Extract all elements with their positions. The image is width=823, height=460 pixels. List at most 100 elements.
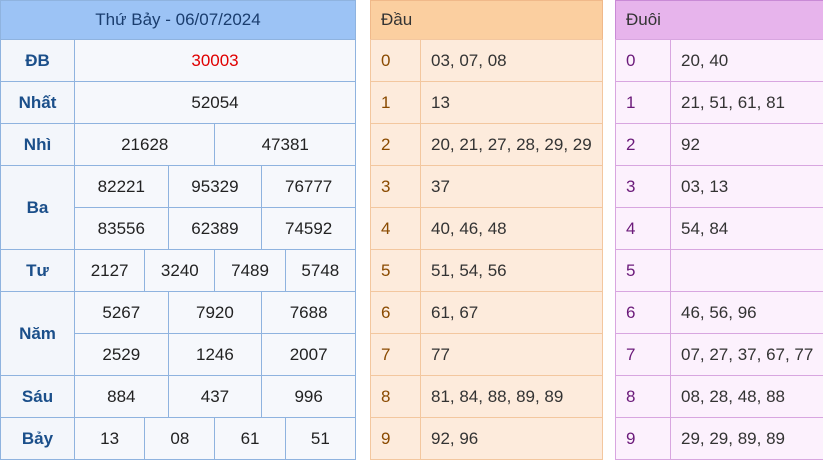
dau-header-blank xyxy=(420,0,603,40)
dau-values: 51, 54, 56 xyxy=(420,249,603,292)
prize-value-tu: 3240 xyxy=(144,249,216,292)
dau-row: 7 77 xyxy=(370,333,603,376)
prize-label-nam: Năm xyxy=(0,291,75,376)
duoi-digit: 1 xyxy=(615,81,671,124)
prize-value-nhi: 47381 xyxy=(214,123,356,166)
prize-row-nam: Năm 5267 7920 7688 xyxy=(0,291,356,376)
duoi-values: 08, 28, 48, 88 xyxy=(670,375,823,418)
duoi-digit: 4 xyxy=(615,207,671,250)
duoi-header-blank xyxy=(670,0,823,40)
dau-row: 2 20, 21, 27, 28, 29, 29 xyxy=(370,123,603,166)
duoi-values: 21, 51, 61, 81 xyxy=(670,81,823,124)
results-title: Thứ Bảy - 06/07/2024 xyxy=(0,0,356,40)
prize-row-db: ĐB 30003 xyxy=(0,39,356,82)
duoi-digit: 0 xyxy=(615,39,671,82)
duoi-values: 07, 27, 37, 67, 77 xyxy=(670,333,823,376)
dau-digit: 0 xyxy=(370,39,421,82)
prize-value-tu: 2127 xyxy=(73,249,146,292)
prize-row-bay: Bảy 13 08 61 51 xyxy=(0,417,357,460)
prize-label-ba: Ba xyxy=(0,165,75,250)
prize-row-ba: Ba 82221 95329 76777 xyxy=(0,165,356,250)
prize-label-nhi: Nhì xyxy=(0,123,75,166)
duoi-row: 8 08, 28, 48, 88 xyxy=(615,375,823,418)
prize-value-bay: 61 xyxy=(214,417,286,460)
duoi-values: 54, 84 xyxy=(670,207,823,250)
dau-values: 37 xyxy=(420,165,603,208)
dau-digit: 2 xyxy=(370,123,421,166)
prize-label-db: ĐB xyxy=(0,39,75,82)
prize-value-nam: 7920 xyxy=(167,291,263,334)
prize-value-ba: 95329 xyxy=(167,165,263,208)
prize-value-nhi: 21628 xyxy=(73,123,216,166)
duoi-row: 0 20, 40 xyxy=(615,39,823,82)
dau-row: 4 40, 46, 48 xyxy=(370,207,603,250)
prize-value-nam: 2529 xyxy=(74,333,169,376)
dau-digit: 7 xyxy=(370,333,421,376)
prize-value-ba: 83556 xyxy=(74,207,169,250)
prize-value-tu: 5748 xyxy=(284,249,357,292)
prize-value-sau: 996 xyxy=(261,375,356,418)
dau-digit: 9 xyxy=(370,417,421,460)
prize-label-sau: Sáu xyxy=(0,375,75,418)
duoi-table: Đuôi 0 20, 40 1 21, 51, 61, 81 2 92 3 03, 13… xyxy=(615,0,823,460)
dau-values: 20, 21, 27, 28, 29, 29 xyxy=(420,123,603,166)
prize-row-nhi: Nhì 21628 47381 xyxy=(0,123,356,166)
duoi-values xyxy=(670,249,823,292)
prize-value-bay: 51 xyxy=(284,417,357,460)
prize-row-nhat: Nhất 52054 xyxy=(0,81,356,124)
dau-row: 5 51, 54, 56 xyxy=(370,249,603,292)
dau-table: Đầu 0 03, 07, 08 1 13 2 20, 21, 27, 28, 29,… xyxy=(370,0,603,460)
dau-digit: 6 xyxy=(370,291,421,334)
dau-digit: 8 xyxy=(370,375,421,418)
duoi-values: 29, 29, 89, 89 xyxy=(670,417,823,460)
dau-row: 3 37 xyxy=(370,165,603,208)
duoi-row: 9 29, 29, 89, 89 xyxy=(615,417,823,460)
dau-values: 92, 96 xyxy=(420,417,603,460)
prize-value-db: 30003 xyxy=(74,39,356,82)
prize-value-ba: 76777 xyxy=(261,165,356,208)
dau-values: 81, 84, 88, 89, 89 xyxy=(420,375,603,418)
prize-label-bay: Bảy xyxy=(0,417,75,460)
duoi-row: 6 46, 56, 96 xyxy=(615,291,823,334)
duoi-header: Đuôi xyxy=(615,0,671,40)
prize-value-nam: 2007 xyxy=(261,333,356,376)
duoi-values: 03, 13 xyxy=(670,165,823,208)
duoi-values: 92 xyxy=(670,123,823,166)
prize-value-sau: 437 xyxy=(167,375,263,418)
duoi-values: 20, 40 xyxy=(670,39,823,82)
duoi-row: 4 54, 84 xyxy=(615,207,823,250)
prize-value-tu: 7489 xyxy=(214,249,286,292)
dau-digit: 5 xyxy=(370,249,421,292)
prize-label-tu: Tư xyxy=(0,249,75,292)
prize-value-nam: 7688 xyxy=(261,291,356,334)
duoi-digit: 8 xyxy=(615,375,671,418)
dau-header: Đầu xyxy=(370,0,421,40)
prize-value-ba: 74592 xyxy=(261,207,356,250)
lottery-results-table: Thứ Bảy - 06/07/2024 ĐB 30003 Nhất 52054… xyxy=(0,0,357,460)
dau-digit: 4 xyxy=(370,207,421,250)
duoi-row: 3 03, 13 xyxy=(615,165,823,208)
duoi-digit: 7 xyxy=(615,333,671,376)
prize-value-nam: 5267 xyxy=(74,291,169,334)
prize-value-ba: 62389 xyxy=(167,207,263,250)
dau-row: 9 92, 96 xyxy=(370,417,603,460)
duoi-digit: 2 xyxy=(615,123,671,166)
dau-row: 0 03, 07, 08 xyxy=(370,39,603,82)
duoi-row: 7 07, 27, 37, 67, 77 xyxy=(615,333,823,376)
dau-values: 40, 46, 48 xyxy=(420,207,603,250)
dau-values: 61, 67 xyxy=(420,291,603,334)
dau-values: 13 xyxy=(420,81,603,124)
dau-digit: 1 xyxy=(370,81,421,124)
duoi-digit: 9 xyxy=(615,417,671,460)
prize-value-bay: 08 xyxy=(144,417,216,460)
dau-values: 03, 07, 08 xyxy=(420,39,603,82)
prize-label-nhat: Nhất xyxy=(0,81,75,124)
duoi-digit: 3 xyxy=(615,165,671,208)
dau-row: 1 13 xyxy=(370,81,603,124)
prize-row-tu: Tư 2127 3240 7489 5748 xyxy=(0,249,357,292)
prize-value-nam: 1246 xyxy=(167,333,263,376)
prize-value-ba: 82221 xyxy=(74,165,169,208)
prize-row-sau: Sáu 884 437 996 xyxy=(0,375,356,418)
duoi-row: 2 92 xyxy=(615,123,823,166)
prize-value-bay: 13 xyxy=(73,417,146,460)
